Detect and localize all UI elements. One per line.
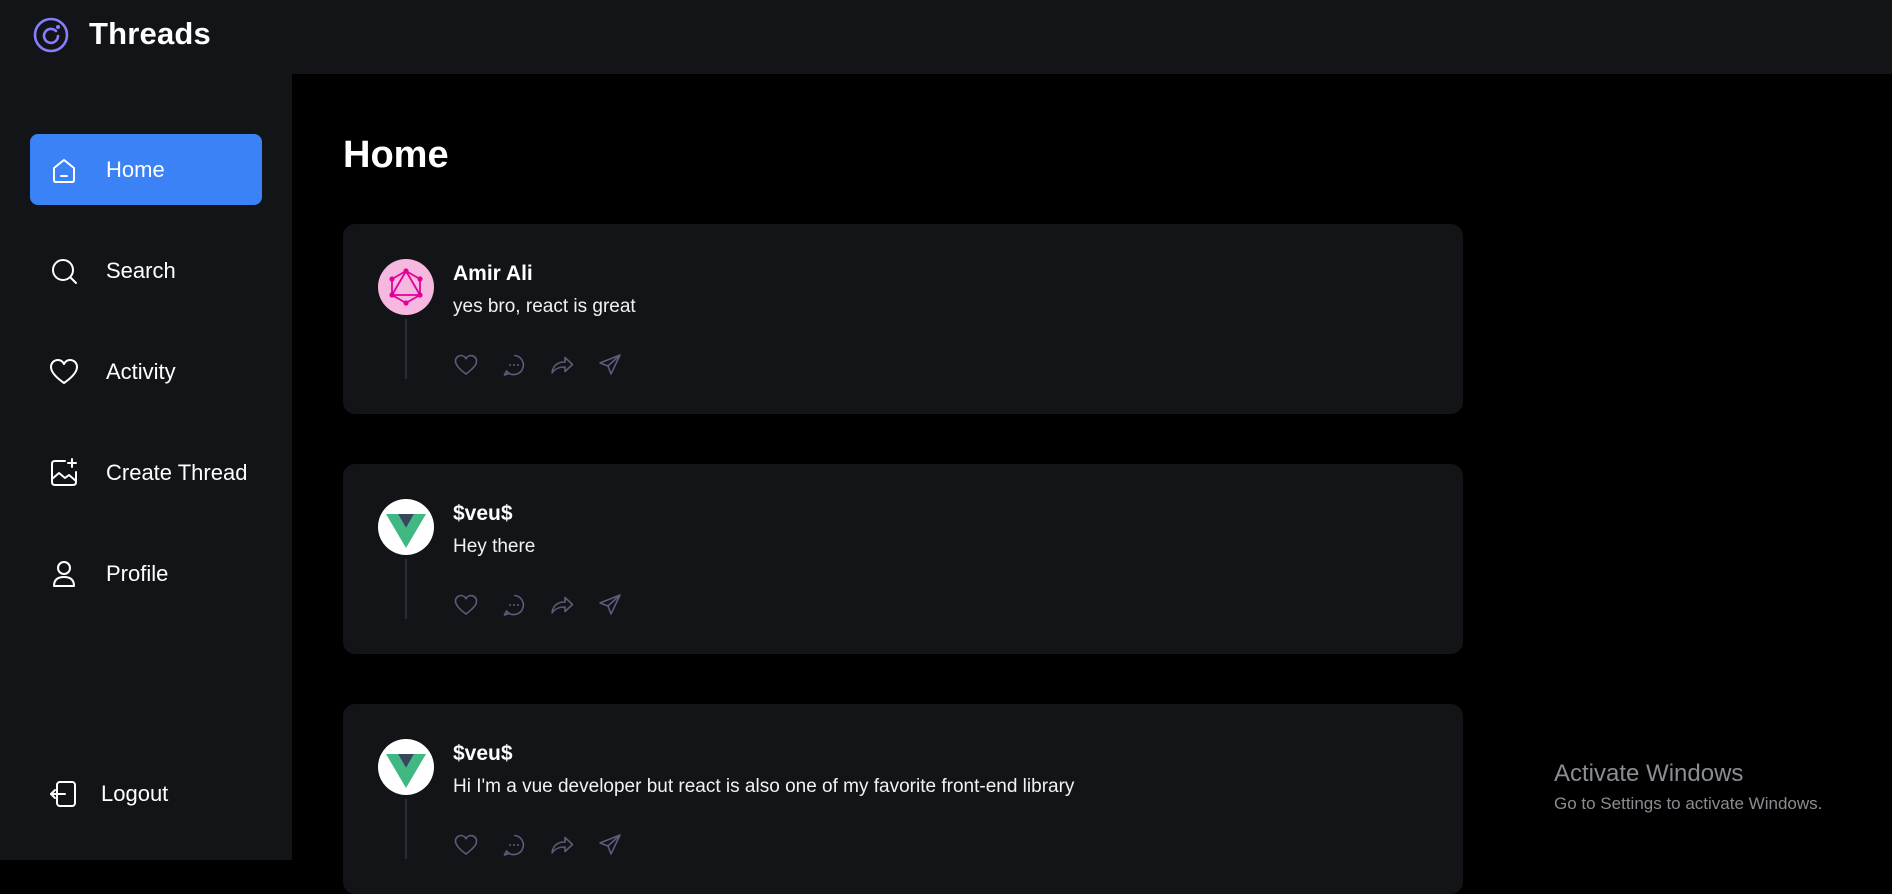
send-icon[interactable]	[597, 832, 623, 858]
thread-card[interactable]: Amir Ali yes bro, react is great	[343, 224, 1463, 414]
watermark-line-2: Go to Settings to activate Windows.	[1554, 794, 1823, 813]
thread-author[interactable]: $veu$	[453, 742, 513, 766]
send-icon[interactable]	[597, 592, 623, 618]
like-heart-icon[interactable]	[453, 352, 479, 378]
reply-comment-icon[interactable]	[501, 832, 527, 858]
like-heart-icon[interactable]	[453, 592, 479, 618]
thread-author[interactable]: $veu$	[453, 502, 513, 526]
sidebar-item-label: Home	[106, 156, 165, 182]
reply-comment-icon[interactable]	[501, 352, 527, 378]
vue-logo-avatar[interactable]	[378, 739, 434, 795]
thread-text: yes bro, react is great	[453, 296, 636, 317]
thread-author[interactable]: Amir Ali	[453, 262, 533, 286]
repost-share-icon[interactable]	[549, 832, 575, 858]
like-heart-icon[interactable]	[453, 832, 479, 858]
graphql-logo-avatar[interactable]	[378, 259, 434, 315]
vue-logo-icon	[386, 514, 426, 548]
thread-text: Hey there	[453, 536, 536, 557]
search-icon	[52, 258, 77, 284]
thread-actions	[453, 592, 623, 620]
logout-icon	[50, 781, 76, 807]
sidebar-item-home[interactable]: Home	[30, 134, 262, 205]
top-bar: Threads	[0, 0, 1892, 74]
reply-comment-icon[interactable]	[501, 592, 527, 618]
logout-label: Logout	[101, 781, 169, 806]
thread-text: Hi I'm a vue developer but react is also…	[453, 776, 1075, 797]
sidebar-item-profile[interactable]: Profile	[30, 538, 262, 609]
thread-connector-line	[405, 799, 407, 859]
app-title: Threads	[89, 16, 211, 51]
repost-share-icon[interactable]	[549, 352, 575, 378]
windows-activation-watermark: Activate Windows Go to Settings to activ…	[1554, 760, 1822, 814]
logout-button[interactable]: Logout	[30, 764, 262, 824]
vue-logo-avatar[interactable]	[378, 499, 434, 555]
thread-connector-line	[405, 559, 407, 619]
sidebar: Home Search Activity Create Thread Profi…	[0, 74, 292, 860]
sidebar-item-search[interactable]: Search	[30, 235, 262, 306]
sidebar-item-label: Search	[106, 257, 176, 283]
thread-card[interactable]: $veu$ Hey there	[343, 464, 1463, 654]
app-logo-icon[interactable]	[32, 16, 70, 54]
sidebar-item-label: Profile	[106, 560, 169, 586]
watermark-line-1: Activate Windows	[1554, 760, 1744, 787]
thread-actions	[453, 352, 623, 380]
image-add-icon	[51, 457, 77, 486]
repost-share-icon[interactable]	[549, 592, 575, 618]
vue-logo-icon	[386, 754, 426, 788]
thread-connector-line	[405, 319, 407, 379]
sidebar-item-label: Create Thread	[106, 459, 248, 485]
main-content: Home Amir Ali yes bro, react is great $v…	[292, 74, 1892, 894]
graphql-logo-icon	[389, 268, 423, 306]
sidebar-item-label: Activity	[106, 358, 176, 384]
home-icon	[53, 158, 75, 183]
thread-actions	[453, 832, 623, 860]
sidebar-item-activity[interactable]: Activity	[30, 336, 262, 407]
user-icon	[53, 560, 75, 587]
thread-card[interactable]: $veu$ Hi I'm a vue developer but react i…	[343, 704, 1463, 894]
page-title: Home	[343, 134, 449, 176]
heart-icon	[50, 358, 78, 384]
sidebar-item-create-thread[interactable]: Create Thread	[30, 437, 262, 508]
send-icon[interactable]	[597, 352, 623, 378]
